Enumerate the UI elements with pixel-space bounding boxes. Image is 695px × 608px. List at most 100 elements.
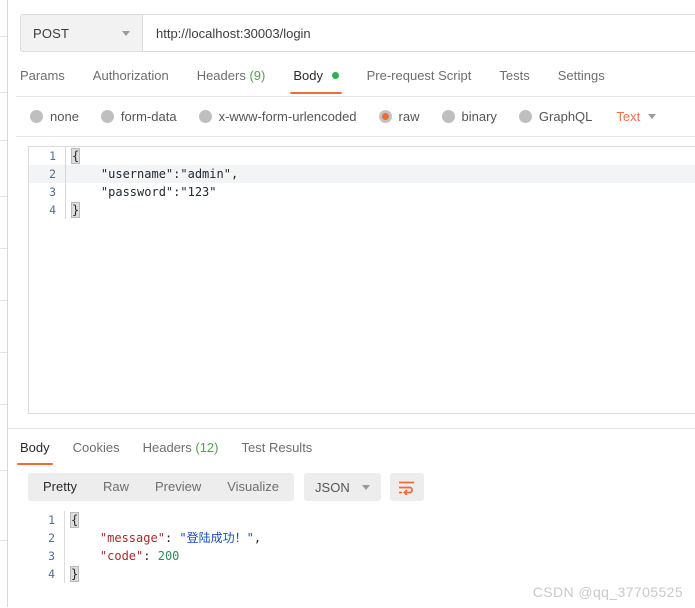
brace-highlight: { xyxy=(70,148,81,164)
tab-label: Authorization xyxy=(92,68,169,83)
code-line-text: "message": "登陆成功！", xyxy=(64,529,695,547)
tab-tests[interactable]: Tests xyxy=(499,64,529,94)
view-mode-preview[interactable]: Preview xyxy=(142,473,214,501)
json-key: "message" xyxy=(99,531,165,545)
radio-icon xyxy=(100,109,114,123)
rail-tick xyxy=(0,140,7,141)
code-line-text: { xyxy=(64,511,695,529)
body-type-form-data[interactable]: form-data xyxy=(100,109,177,124)
tab-label: Body xyxy=(20,440,50,455)
body-type-raw[interactable]: raw xyxy=(378,108,420,124)
radio-label: binary xyxy=(461,108,497,124)
view-mode-raw[interactable]: Raw xyxy=(90,473,142,501)
body-type-urlencoded[interactable]: x-www-form-urlencoded xyxy=(198,108,357,124)
code-line: 2 "message": "登陆成功！", xyxy=(28,529,695,547)
radio-icon xyxy=(441,109,455,123)
radio-icon xyxy=(518,109,532,123)
brace-highlight: { xyxy=(69,512,80,528)
tab-params[interactable]: Params xyxy=(20,64,65,94)
response-toolbar: Pretty Raw Preview Visualize JSON xyxy=(28,473,424,501)
tab-label: Pre-request Script xyxy=(366,68,472,83)
tab-label: Headers xyxy=(142,440,192,455)
rail-tick xyxy=(0,300,7,301)
response-tab-body[interactable]: Body xyxy=(17,438,53,465)
code-line: 3 "code": 200 xyxy=(28,547,695,565)
body-type-none[interactable]: none xyxy=(30,109,79,124)
rail-tick xyxy=(0,196,7,197)
radio-label: x-www-form-urlencoded xyxy=(218,108,357,124)
line-number: 4 xyxy=(48,567,55,581)
rail-tick xyxy=(0,470,7,471)
line-number: 3 xyxy=(49,185,56,199)
body-type-graphql[interactable]: GraphQL xyxy=(518,108,593,124)
radio-icon xyxy=(198,109,212,123)
line-number: 2 xyxy=(49,167,56,181)
sidebar-edge-rail xyxy=(0,0,8,607)
tab-label: Headers xyxy=(196,68,246,83)
watermark: CSDN @qq_37705525 xyxy=(532,584,683,600)
code-line: 1 { xyxy=(29,147,695,165)
view-mode-pretty[interactable]: Pretty xyxy=(30,473,90,501)
chevron-down-icon xyxy=(122,30,130,36)
tab-label: Settings xyxy=(557,68,605,83)
response-tab-headers[interactable]: Headers (12) xyxy=(143,438,219,465)
radio-label: none xyxy=(50,108,79,124)
json-string-value: "登陆成功！" xyxy=(179,531,254,545)
json-colon: : xyxy=(143,549,158,563)
tab-label: Cookies xyxy=(72,440,120,455)
response-tab-cookies[interactable]: Cookies xyxy=(73,438,120,465)
line-number: 4 xyxy=(49,203,56,217)
json-comma: , xyxy=(253,531,262,545)
rail-tick xyxy=(0,404,7,405)
tab-headers[interactable]: Headers (9) xyxy=(197,64,266,94)
response-tab-test-results[interactable]: Test Results xyxy=(242,438,313,465)
chevron-down-icon xyxy=(648,113,657,119)
radio-icon xyxy=(30,109,43,123)
json-colon: : xyxy=(164,531,180,545)
raw-format-label: Text xyxy=(616,108,641,124)
response-view-mode-group: Pretty Raw Preview Visualize xyxy=(28,473,295,501)
chevron-down-icon xyxy=(361,484,370,490)
response-body-viewer[interactable]: 1 { 2 "message": "登陆成功！", 3 "code": 200 … xyxy=(28,511,695,583)
code-line-text[interactable]: } xyxy=(65,201,695,219)
request-url-input[interactable]: http://localhost:30003/login xyxy=(143,15,695,51)
tab-pre-request-script[interactable]: Pre-request Script xyxy=(367,64,472,94)
rail-tick xyxy=(0,540,7,541)
json-number-value: 200 xyxy=(157,549,180,563)
response-format-select[interactable]: JSON xyxy=(304,473,381,501)
tab-authorization[interactable]: Authorization xyxy=(93,64,169,94)
code-line-text: "code": 200 xyxy=(64,547,695,565)
tab-settings[interactable]: Settings xyxy=(558,64,605,94)
request-url-bar: POST http://localhost:30003/login xyxy=(20,14,695,52)
tab-label: Tests xyxy=(499,68,530,83)
brace-highlight: } xyxy=(69,566,80,582)
body-type-binary[interactable]: binary xyxy=(441,108,497,124)
code-line: 1 { xyxy=(28,511,695,529)
http-method-select[interactable]: POST xyxy=(21,15,143,51)
code-line-text[interactable]: "password":"123" xyxy=(65,183,695,201)
view-mode-visualize[interactable]: Visualize xyxy=(214,473,292,501)
line-number: 1 xyxy=(48,513,55,527)
word-wrap-icon xyxy=(399,481,415,495)
code-line: 2 "username":"admin", xyxy=(29,165,695,183)
tab-label: Test Results xyxy=(241,440,313,455)
line-number: 3 xyxy=(48,549,55,563)
line-number: 1 xyxy=(49,149,56,163)
tab-body[interactable]: Body xyxy=(290,64,342,94)
code-line-text[interactable]: { xyxy=(65,147,695,165)
tab-label: Params xyxy=(20,68,65,83)
rail-tick xyxy=(0,36,7,37)
body-present-dot-icon xyxy=(331,72,339,79)
radio-label: raw xyxy=(398,108,420,124)
radio-label: GraphQL xyxy=(538,108,593,124)
code-line-text: } xyxy=(64,565,695,583)
raw-format-select[interactable]: Text xyxy=(616,108,657,124)
word-wrap-button[interactable] xyxy=(389,473,424,501)
response-pane: Body Cookies Headers (12) Test Results P… xyxy=(8,428,695,608)
tab-label: Body xyxy=(293,68,323,83)
body-type-divider xyxy=(16,136,695,137)
rail-tick xyxy=(0,248,7,249)
body-type-radio-group: none form-data x-www-form-urlencoded raw… xyxy=(30,105,657,127)
code-line-text[interactable]: "username":"admin", xyxy=(65,165,695,183)
request-body-editor[interactable]: 1 { 2 "username":"admin", 3 "password":"… xyxy=(28,146,695,414)
